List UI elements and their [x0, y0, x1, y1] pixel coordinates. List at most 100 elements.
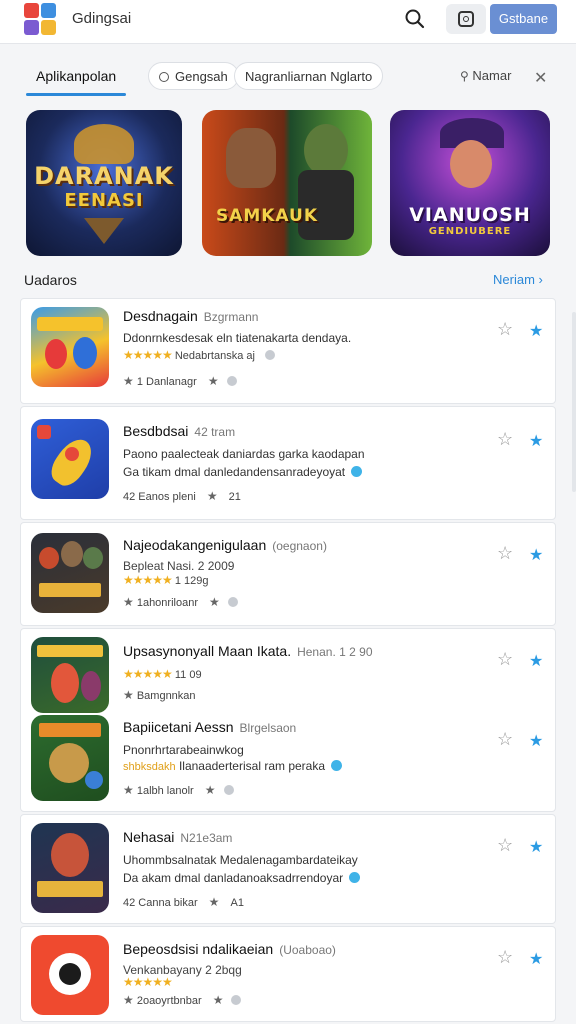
- list-item[interactable]: Besdbdsai 42 tram Paono paalecteak daniar…: [20, 406, 556, 520]
- favorite-star-icon[interactable]: ☆: [497, 319, 513, 340]
- tab-filter-1[interactable]: Gengsah: [148, 62, 239, 90]
- app-description: Bepleat Nasi. 2 2009: [123, 559, 235, 573]
- star-icon: ★: [123, 374, 134, 388]
- app-rating-line: ★★★★★ 11 09: [123, 667, 202, 681]
- app-title-row: Bapiicetani Aessn Blrgelsaon: [123, 719, 296, 735]
- banner-title: VIANUOSH: [409, 204, 531, 226]
- app-title: Upsasynonyall Maan Ikata.: [123, 643, 292, 659]
- camera-icon[interactable]: [446, 4, 486, 34]
- rating-label: shbksdakh: [123, 761, 176, 773]
- list-item[interactable]: Bepeosdsisi ndalikaeian (Uoaboao) Venkanb…: [20, 926, 556, 1022]
- banner-subtitle: GENDIUBERE: [428, 226, 512, 237]
- favorite-star-icon[interactable]: ☆: [497, 429, 513, 450]
- app-thumbnail: [31, 419, 109, 499]
- app-title-row: Bepeosdsisi ndalikaeian (Uoaboao): [123, 941, 336, 957]
- starred-icon[interactable]: ★: [529, 321, 543, 341]
- star-icon: ★: [123, 783, 134, 797]
- app-footer-count: 21: [228, 491, 241, 503]
- app-footer-text: 1 Danlanagr: [136, 376, 197, 388]
- app-thumbnail: [31, 715, 109, 801]
- app-rating-line: ★★★★★: [123, 975, 173, 989]
- app-title: Gdingsai: [72, 10, 132, 27]
- tab-right-item[interactable]: ⚲ Namar: [460, 68, 511, 83]
- app-title-row: Nehasai N21e3am: [123, 829, 232, 845]
- favorite-star-icon[interactable]: ☆: [497, 649, 513, 670]
- tab-active[interactable]: Aplikanpolan: [26, 62, 127, 96]
- starred-icon[interactable]: ★: [529, 837, 543, 857]
- favorite-star-icon[interactable]: ☆: [497, 947, 513, 968]
- app-title: Najeodakangenigulaan: [123, 537, 267, 553]
- list-item[interactable]: Najeodakangenigulaan (oegnaon) Bepleat Na…: [20, 522, 556, 626]
- app-title-row: Besdbdsai 42 tram: [123, 423, 235, 439]
- list-item[interactable]: Upsasynonyall Maan Ikata. Henan. 1 2 90 ★…: [20, 628, 556, 812]
- search-icon: [159, 72, 169, 82]
- app-footer: 42 Canna bikar ★ A1: [123, 895, 244, 909]
- app-rating-line: ★★★★★ 1 129g: [123, 573, 209, 587]
- verified-icon: [351, 466, 363, 477]
- list-item[interactable]: Desdnagain Bzgrmann Ddonrnkesdesak eln ti…: [20, 298, 556, 404]
- app-thumbnail: [31, 307, 109, 387]
- app-footer-text: 42 Canna bikar: [123, 897, 198, 909]
- status-dot: [231, 995, 242, 1005]
- favorite-star-icon[interactable]: ☆: [497, 729, 513, 750]
- app-title-row: Upsasynonyall Maan Ikata. Henan. 1 2 90: [123, 643, 373, 659]
- tab-label: Gengsah: [175, 69, 228, 84]
- app-title-row: Desdnagain Bzgrmann: [123, 308, 258, 324]
- app-subtitle: N21e3am: [180, 831, 233, 845]
- filter-tabs: Aplikanpolan Gengsah Nagranliarnan Nglar…: [0, 56, 576, 96]
- favorite-star-icon[interactable]: ☆: [497, 543, 513, 564]
- app-footer: ★ 2oaoyrtbnbar ★: [123, 993, 242, 1007]
- list-item[interactable]: Nehasai N21e3am Uhommbsalnatak Medalenaga…: [20, 814, 556, 924]
- app-footer: ★ 1albh lanolr ★: [123, 783, 234, 797]
- favorite-star-icon[interactable]: ☆: [497, 835, 513, 856]
- app-logo-icon[interactable]: [24, 3, 56, 35]
- banner-title: SAMKAUK: [215, 206, 319, 226]
- see-all-link[interactable]: Neriam ›: [493, 272, 543, 287]
- app-title-row: Najeodakangenigulaan (oegnaon): [123, 537, 327, 553]
- star-icon: ★: [204, 783, 216, 797]
- verified-icon: [349, 872, 361, 883]
- app-meta: 1 129g: [174, 575, 209, 587]
- app-subtitle: (oegnaon): [272, 539, 327, 553]
- starred-icon[interactable]: ★: [529, 731, 543, 751]
- app-footer-text: 42 Eanos pleni: [123, 491, 196, 503]
- app-footer-count: A1: [230, 897, 244, 909]
- starred-icon[interactable]: ★: [529, 651, 543, 671]
- app-subtitle: Blrgelsaon: [239, 721, 297, 735]
- app-footer-text: 2oaoyrtbnbar: [136, 995, 202, 1007]
- app-meta: Ilanaaderterisal ram peraka: [178, 759, 326, 773]
- tab-filter-2[interactable]: Nagranliarnan Nglarto: [234, 62, 384, 90]
- app-footer: 42 Eanos pleni ★ 21: [123, 489, 241, 503]
- star-icon: ★: [212, 993, 224, 1007]
- featured-banner-3[interactable]: VIANUOSH GENDIUBERE: [390, 110, 550, 256]
- app-description: Uhommbsalnatak Medalenagambardateikay: [123, 853, 358, 867]
- section-title: Uadaros: [24, 272, 77, 288]
- app-thumbnail: [31, 637, 109, 713]
- app-meta-line: Da akam dmal danladanoaksadrrendoyar: [123, 871, 361, 885]
- star-icon: ★: [208, 895, 220, 909]
- starred-icon[interactable]: ★: [529, 545, 543, 565]
- scrollbar[interactable]: [572, 312, 576, 492]
- app-subtitle: 42 tram: [194, 425, 236, 439]
- close-icon[interactable]: ✕: [534, 68, 547, 88]
- app-description: Pnonrhrtarabeainwkog: [123, 743, 244, 757]
- app-footer-text: Bamgnnkan: [136, 690, 196, 702]
- app-subtitle: Bzgrmann: [203, 310, 259, 324]
- starred-icon[interactable]: ★: [529, 431, 543, 451]
- chevron-right-icon: ›: [538, 272, 543, 287]
- app-footer: ★ 1ahonriloanr ★: [123, 595, 238, 609]
- featured-banner-2[interactable]: SAMKAUK: [202, 110, 372, 256]
- app-title: Besdbdsai: [123, 423, 189, 439]
- primary-button[interactable]: Gstbane: [490, 4, 557, 34]
- app-title: Bepeosdsisi ndalikaeian: [123, 941, 274, 957]
- app-rating-line: ★★★★★ Nedabrtanska aj: [123, 348, 275, 362]
- app-footer: ★ 1 Danlanagr ★: [123, 374, 237, 388]
- starred-icon[interactable]: ★: [529, 949, 543, 969]
- banner-subtitle: EENASI: [64, 190, 144, 211]
- featured-banner-1[interactable]: DARANAK EENASI: [26, 110, 182, 256]
- search-icon[interactable]: [402, 6, 428, 32]
- app-thumbnail: [31, 935, 109, 1015]
- app-meta: Da akam dmal danladanoaksadrrendoyar: [123, 871, 344, 885]
- app-meta-line: Ga tikam dmal danledandensanradeyoyat: [123, 465, 363, 479]
- tab-right-label: Namar: [472, 68, 512, 83]
